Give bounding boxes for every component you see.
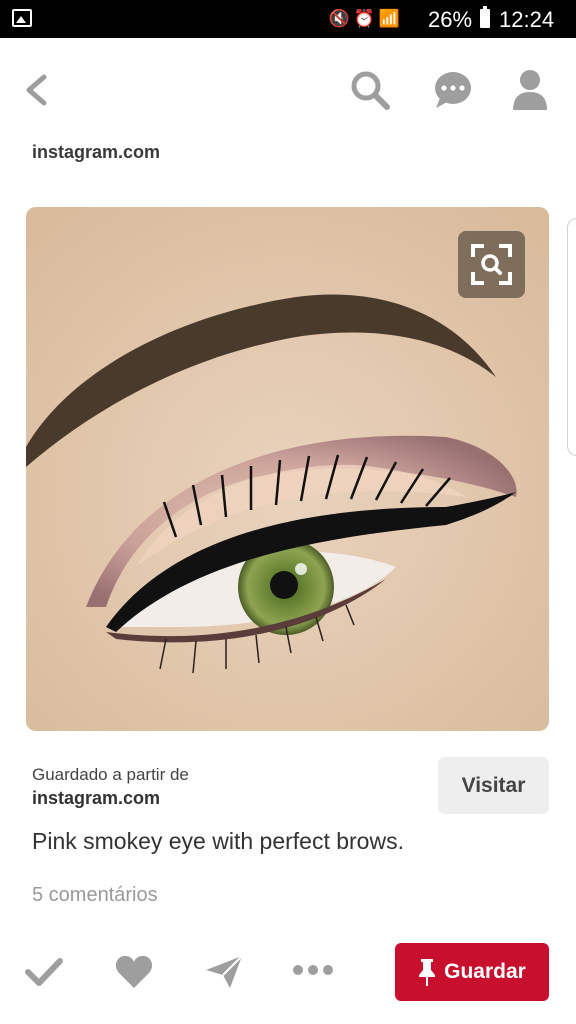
battery-percentage: 26% bbox=[428, 7, 473, 32]
visual-search-icon[interactable] bbox=[458, 231, 525, 298]
pin-source[interactable]: instagram.com bbox=[32, 142, 160, 163]
save-button-label: Guardar bbox=[444, 960, 526, 983]
battery-icon bbox=[480, 6, 490, 28]
check-icon[interactable] bbox=[24, 956, 64, 988]
status-icons: 🔇⏰📶 bbox=[328, 9, 404, 29]
gallery-icon bbox=[12, 9, 32, 27]
clock: 12:24 bbox=[499, 7, 555, 32]
next-pin-preview[interactable] bbox=[567, 218, 576, 456]
app-bar bbox=[0, 38, 576, 138]
search-icon[interactable] bbox=[348, 68, 392, 112]
back-icon[interactable] bbox=[22, 74, 50, 106]
visit-button[interactable]: Visitar bbox=[438, 757, 549, 814]
status-bar: 🔇⏰📶 26% 12:24 bbox=[0, 0, 576, 38]
heart-icon[interactable] bbox=[114, 954, 154, 990]
profile-icon[interactable] bbox=[510, 68, 550, 110]
saved-from-domain[interactable]: instagram.com bbox=[32, 788, 160, 809]
saved-from-label: Guardado a partir de bbox=[32, 765, 189, 784]
pushpin-icon bbox=[419, 959, 436, 986]
send-icon[interactable] bbox=[204, 954, 244, 990]
pin-description: Pink smokey eye with perfect brows. bbox=[32, 828, 404, 854]
action-bar: Guardar bbox=[0, 940, 576, 1024]
save-button[interactable]: Guardar bbox=[395, 943, 549, 1001]
chat-icon[interactable] bbox=[432, 70, 474, 110]
more-icon[interactable] bbox=[292, 962, 334, 978]
comments-link[interactable]: 5 comentários bbox=[32, 884, 158, 907]
